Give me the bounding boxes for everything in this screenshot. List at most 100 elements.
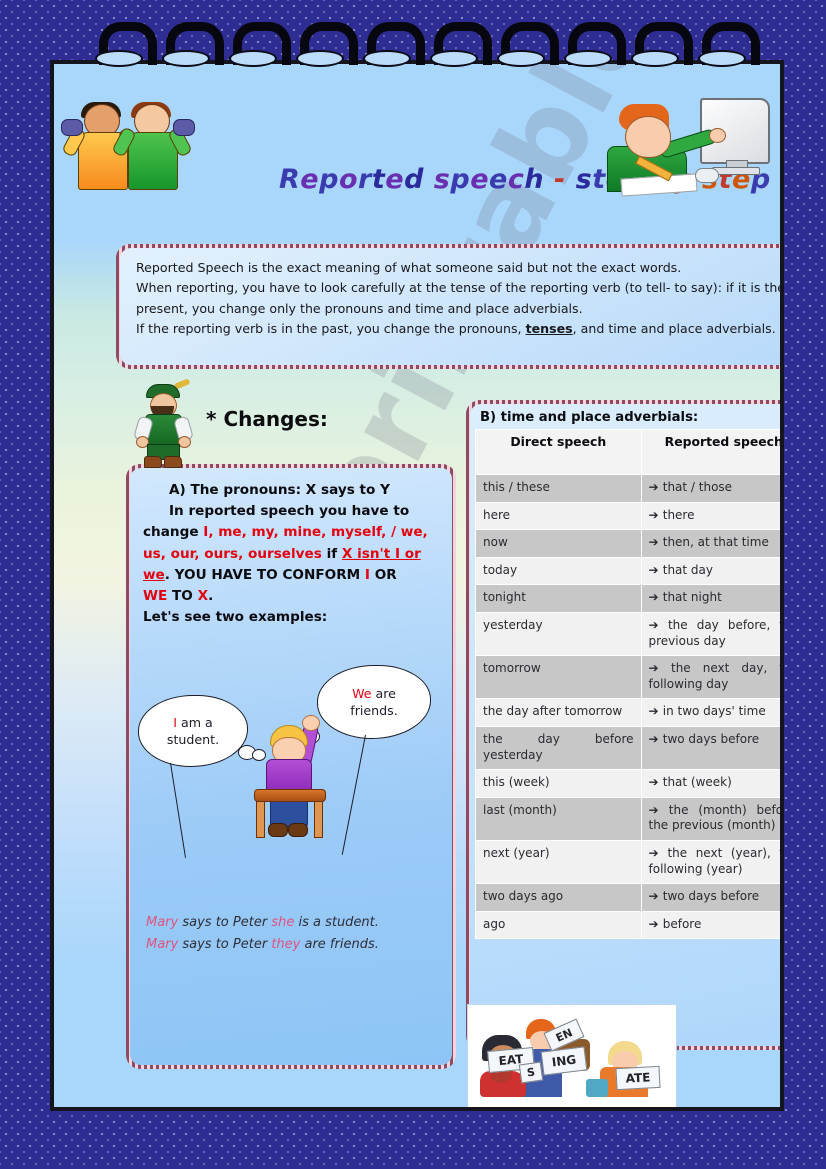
title-letter: p	[319, 164, 339, 195]
title-letter: s	[575, 164, 593, 195]
title-letter	[544, 164, 554, 195]
arrow-icon: ➔	[648, 562, 663, 577]
thought-bubble-right: We are friends.	[317, 665, 431, 739]
binding-ring	[631, 22, 693, 68]
intro-textbox: Reported Speech is the exact meaning of …	[116, 244, 780, 369]
table-row: the day after tomorrow ➔ in two days' tim…	[475, 698, 780, 727]
cell-direct-speech: next (year)	[475, 839, 642, 885]
pronouns-line-3: us, our, ours, ourselves if X isn't I or	[143, 545, 421, 562]
arrow-icon: ➔	[648, 889, 663, 904]
cell-direct-speech: tonight	[475, 584, 642, 613]
arrow-icon: ➔	[648, 802, 669, 817]
adverbials-title: B) time and place adverbials:	[480, 410, 699, 425]
binding-ring	[430, 22, 492, 68]
pointer-line-right	[341, 734, 367, 855]
cell-direct-speech: this / these	[475, 474, 642, 503]
title-letter: e	[470, 164, 490, 195]
arrow-icon: ➔	[648, 535, 663, 550]
table-row: two days ago ➔ two days before	[475, 883, 780, 912]
cell-direct-speech: yesterday	[475, 611, 642, 657]
mouse-icon	[695, 168, 719, 183]
cell-direct-speech: here	[475, 501, 642, 531]
spiral-binding	[95, 22, 760, 74]
cell-reported-speech: ➔ before	[640, 910, 780, 940]
arrow-icon: ➔	[648, 480, 663, 494]
table-row: yesterday➔ the day before, the previous …	[475, 611, 780, 657]
worksheet-page: ESLprintables.com Reported speech - step…	[50, 60, 784, 1111]
table-row: tomorrow➔ the next day, the following da…	[475, 655, 780, 700]
binding-ring	[229, 22, 291, 68]
table-row: tonight ➔ that night	[475, 584, 780, 613]
cell-reported-speech: ➔ two days before	[640, 883, 780, 912]
pronouns-heading: A) The pronouns: X says to Y	[169, 482, 390, 498]
cell-reported-speech: ➔ the (month) before, the previous (mont…	[640, 796, 780, 841]
title-letter: e	[300, 164, 320, 195]
archer-man-illustration	[132, 378, 198, 468]
arrow-icon: ➔	[648, 731, 663, 746]
pronouns-line-1: In reported speech you have to	[169, 503, 410, 520]
bubble-right-line-1: We are	[352, 686, 396, 701]
cell-reported-speech: ➔ that day	[640, 556, 780, 586]
cell-reported-speech: ➔ in two days' time	[640, 698, 780, 727]
table-row: ago ➔ before	[475, 910, 780, 940]
pronouns-line-4: we. YOU HAVE TO CONFORM I OR	[143, 566, 397, 583]
adverbials-panel: B) time and place adverbials: Direct spe…	[466, 400, 780, 1050]
title-letter: p	[450, 164, 471, 195]
pronouns-line-6: Let's see two examples:	[143, 609, 328, 626]
sign-ing: ING	[540, 1046, 588, 1076]
binding-ring	[95, 22, 157, 68]
example-sentence-2: Mary says to Peter they are friends.	[146, 937, 379, 953]
title-letter	[424, 164, 434, 195]
cell-direct-speech: two days ago	[475, 883, 642, 912]
arrow-icon: ➔	[648, 590, 663, 605]
arrow-icon: ➔	[648, 704, 663, 719]
table-row: this / these ➔ that / those	[475, 474, 780, 503]
arrow-icon: ➔	[648, 845, 668, 860]
bubble-right-line-2: friends.	[350, 703, 398, 718]
arrow-icon: ➔	[648, 617, 668, 632]
pronouns-line-5: WE TO X.	[143, 588, 214, 605]
cell-reported-speech: ➔ the next (year), the following (year)	[640, 839, 780, 885]
title-letter: h	[524, 164, 545, 195]
column-header-direct-speech: Direct speech	[475, 429, 642, 475]
cell-direct-speech: last (month)	[475, 796, 642, 841]
table-row: last (month)➔ the (month) before, the pr…	[475, 796, 780, 841]
cell-reported-speech: ➔ then, at that time	[640, 529, 780, 558]
title-letter: s	[433, 164, 451, 195]
cell-direct-speech: this (week)	[475, 769, 642, 798]
changes-label: * Changes:	[206, 407, 328, 431]
title-letter: t	[371, 164, 386, 195]
speech-bubble-scene: I am a student. We are friends.	[130, 663, 452, 858]
boy-at-computer-illustration	[597, 90, 772, 197]
cell-reported-speech: ➔ that / those	[640, 474, 780, 503]
title-letter: r	[358, 164, 372, 195]
title-letter: o	[338, 164, 358, 195]
cell-reported-speech: ➔ two days before	[640, 725, 780, 771]
binding-ring	[564, 22, 626, 68]
table-row: here ➔ there	[475, 501, 780, 531]
cell-direct-speech: today	[475, 556, 642, 586]
pointer-line-left	[170, 762, 187, 858]
arrow-icon: ➔	[648, 661, 671, 676]
bubble-left-line-1: I am a	[173, 715, 213, 730]
kids-with-dumbbells-illustration	[61, 92, 217, 190]
pronouns-panel: A) The pronouns: X says to Y In reported…	[126, 464, 456, 1069]
bubble-left-line-2: student.	[166, 732, 220, 747]
example-sentence-1: Mary says to Peter she is a student.	[146, 914, 379, 930]
cell-direct-speech: the day before yesterday	[475, 725, 642, 771]
title-letter: R	[279, 164, 301, 195]
binding-ring	[363, 22, 425, 68]
table-row: the day before yesterday ➔ two days befor…	[475, 725, 780, 771]
cell-reported-speech: ➔ that night	[640, 584, 780, 613]
title-letter: e	[385, 164, 405, 195]
title-letter: d	[404, 164, 424, 195]
cell-reported-speech: ➔ there	[640, 501, 780, 531]
binding-ring	[698, 22, 760, 68]
arrow-icon: ➔	[648, 916, 663, 931]
sign-ate: ATE	[615, 1065, 661, 1091]
table-row: next (year)➔ the next (year), the follow…	[475, 839, 780, 885]
cell-reported-speech: ➔ the day before, the previous day	[640, 611, 780, 657]
intro-line-3: If the reporting verb is in the past, yo…	[136, 321, 776, 337]
title-letter	[566, 164, 576, 195]
pronouns-text: A) The pronouns: X says to Y In reported…	[143, 480, 439, 628]
